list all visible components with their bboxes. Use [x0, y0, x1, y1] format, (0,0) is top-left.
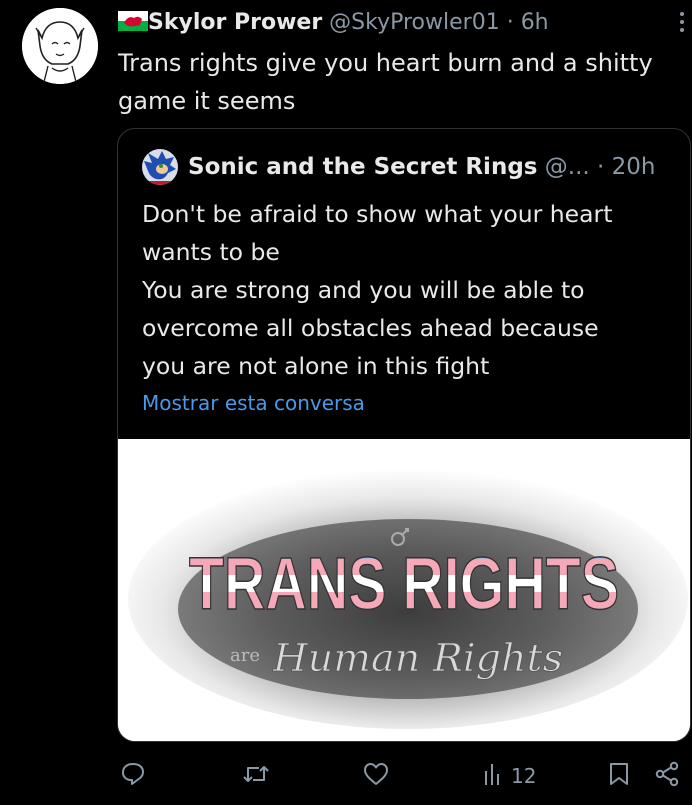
quoted-tweet[interactable]: Sonic and the Secret Rings @... · 20h Do…: [117, 128, 691, 742]
tweet-text-line: game it seems: [118, 87, 296, 115]
quote-author-handle[interactable]: @...: [545, 154, 590, 180]
image-subtitle: Human Rights: [272, 636, 563, 680]
quote-text-line: Don't be afraid to show what your heart: [142, 200, 613, 228]
tweet-text-line: Trans rights give you heart burn and a s…: [118, 49, 653, 77]
views-count: 12: [511, 764, 537, 788]
reply-icon[interactable]: [120, 761, 146, 791]
sonic-avatar-drawing: [142, 149, 178, 185]
tweet-header: Skylor Prower @SkyProwler01 · 6h: [118, 8, 549, 40]
quote-author-name[interactable]: Sonic and the Secret Rings: [188, 154, 537, 180]
avatar-drawing: [22, 8, 98, 84]
author-avatar[interactable]: [22, 8, 98, 84]
share-icon[interactable]: [654, 761, 680, 791]
author-name[interactable]: Skylor Prower: [148, 10, 322, 35]
tweet-text: Trans rights give you heart burn and a s…: [118, 44, 678, 120]
tweet-actions: 12: [0, 755, 692, 801]
like-icon[interactable]: [362, 761, 390, 791]
quote-author-avatar[interactable]: [142, 149, 178, 185]
image-subtitle-small: are: [230, 645, 260, 666]
author-handle[interactable]: @SkyProwler01: [329, 10, 500, 35]
tweet-time[interactable]: · 6h: [507, 10, 549, 35]
quote-text-line: overcome all obstacles ahead because: [142, 314, 599, 342]
image-title: TRANS RIGHTS: [189, 542, 619, 625]
more-options-icon[interactable]: [680, 12, 686, 36]
bookmark-icon[interactable]: [608, 761, 630, 791]
quote-text-line: You are strong and you will be able to: [142, 276, 585, 304]
quote-text: Don't be afraid to show what your heart …: [142, 195, 672, 385]
quote-text-line: wants to be: [142, 238, 280, 266]
trans-rights-graphic: TRANS RIGHTS are Human Rights: [118, 439, 690, 741]
retweet-icon[interactable]: [242, 761, 270, 791]
views-button[interactable]: 12: [483, 761, 536, 791]
show-conversation-link[interactable]: Mostrar esta conversa: [142, 391, 365, 415]
quote-time[interactable]: · 20h: [597, 154, 655, 180]
wales-flag-icon: [118, 10, 148, 40]
views-icon: [485, 764, 499, 785]
quote-image[interactable]: TRANS RIGHTS are Human Rights: [118, 439, 690, 741]
quote-text-line: you are not alone in this fight: [142, 352, 490, 380]
quote-header: Sonic and the Secret Rings @... · 20h: [188, 151, 656, 183]
